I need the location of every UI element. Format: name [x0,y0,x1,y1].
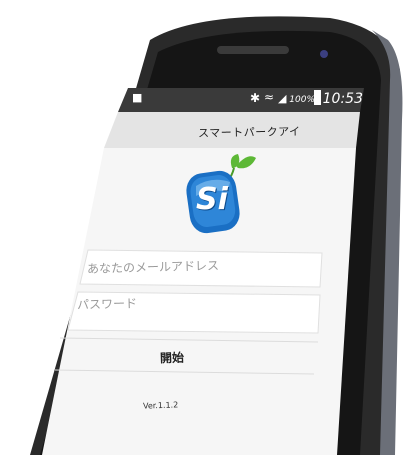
signal-icon: ◢ [278,92,287,105]
app-title: スマートパークアイ [197,125,301,140]
app-logo: Si [182,148,260,238]
notification-icon: ■ [132,91,143,104]
email-input[interactable]: あなたのメールアドレス [87,257,219,277]
battery-icon [314,90,321,105]
logo-text: Si [196,182,228,217]
wifi-icon: ≈ [264,90,275,104]
start-button[interactable]: 開始 [160,349,185,367]
clock: 10:53 [322,91,363,107]
battery-percent: 100% [289,95,315,105]
password-input[interactable]: パスワード [77,294,137,313]
status-bar: ■ ✱ ≈ ◢ 100% 10:53 [128,87,363,111]
bluetooth-icon: ✱ [250,91,261,105]
version-label: Ver.1.1.2 [142,400,179,411]
